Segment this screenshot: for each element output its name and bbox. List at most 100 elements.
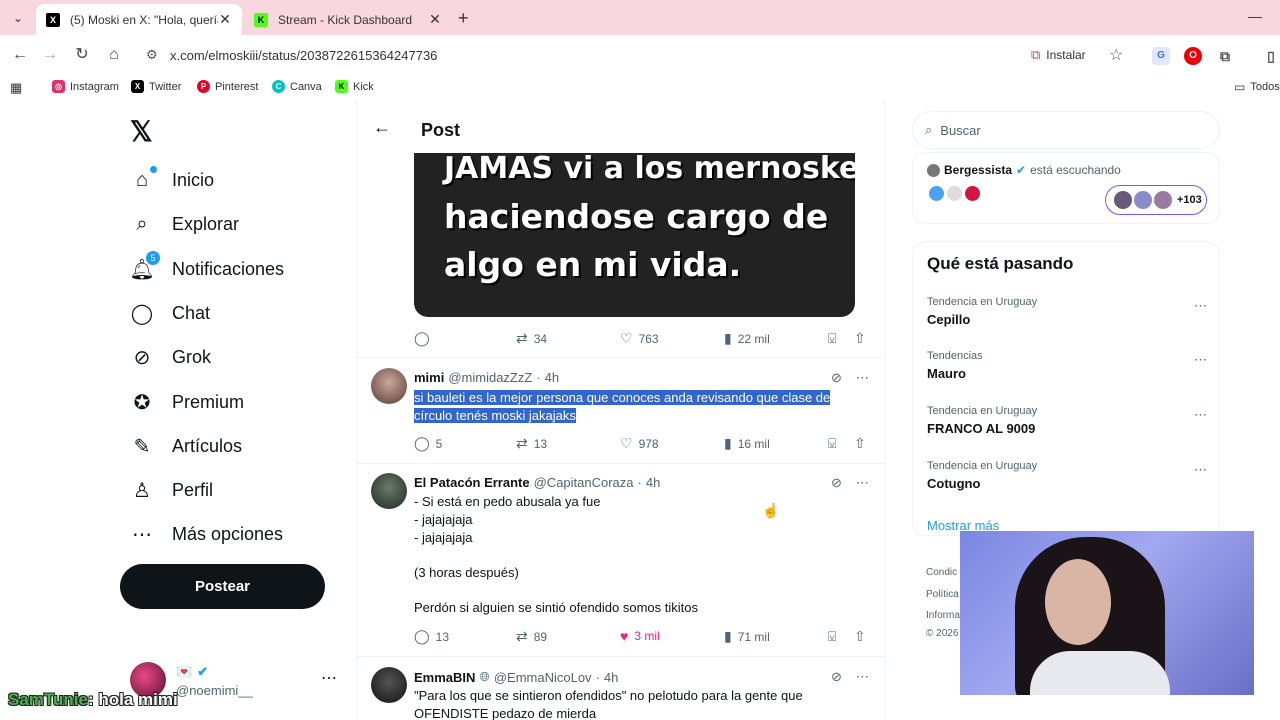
- post-media-image[interactable]: JAMAS vi a los mernosketti haciendose ca…: [414, 153, 855, 317]
- bookmark-canva[interactable]: C Canva: [272, 80, 322, 93]
- nav-item-chat[interactable]: ◯ Chat: [130, 298, 210, 328]
- reply-button[interactable]: ◯ 5: [414, 435, 442, 452]
- retweet-button[interactable]: ⇄ 13: [516, 435, 547, 452]
- more-icon[interactable]: ⋯: [1194, 462, 1207, 478]
- reply-icon: ◯: [414, 330, 430, 346]
- like-button[interactable]: ♡ 978: [620, 435, 659, 452]
- bookmarks-bar: ▦ ◎ Instagram X Twitter P Pinterest C Ca…: [0, 77, 1280, 101]
- like-button[interactable]: ♡ 763: [620, 330, 659, 347]
- tweet-time[interactable]: 4h: [604, 670, 618, 685]
- views-button[interactable]: ▮ 22 mil: [724, 330, 770, 347]
- share-button[interactable]: ⇧: [854, 628, 866, 645]
- bookmark-star-icon[interactable]: ☆: [1109, 45, 1123, 65]
- avatar[interactable]: [371, 667, 407, 703]
- trend-item[interactable]: Tendencia en Uruguay Cotugno ⋯: [927, 460, 1207, 491]
- more-icon[interactable]: ⋯: [1194, 298, 1207, 314]
- nav-item-mas-opciones[interactable]: ⋯ Más opciones: [130, 519, 283, 549]
- author-handle[interactable]: @mimidazZzZ: [448, 370, 532, 385]
- more-icon[interactable]: ⋯: [856, 669, 869, 685]
- tab-kick-dashboard[interactable]: K Stream - Kick Dashboard ✕: [244, 4, 452, 35]
- home-icon[interactable]: ⌂: [104, 45, 124, 65]
- footer-link[interactable]: Informa: [926, 610, 960, 621]
- tweet-line: círculo tenés moski jakajaks: [414, 408, 576, 423]
- more-icon[interactable]: ⋯: [856, 475, 869, 491]
- bookmark-twitter[interactable]: X Twitter: [131, 80, 181, 93]
- author-handle[interactable]: @CapitanCoraza: [534, 475, 634, 490]
- trend-item[interactable]: Tendencia en Uruguay FRANCO AL 9009 ⋯: [927, 405, 1207, 436]
- bookmark-button[interactable]: ⍌: [828, 628, 836, 645]
- tweet-header: EmmaBIN 🌐︎ @EmmaNicoLov · 4h: [414, 669, 618, 685]
- minimize-window-icon[interactable]: —: [1248, 8, 1262, 24]
- more-icon[interactable]: ⋯: [1194, 407, 1207, 423]
- share-button[interactable]: ⇧: [854, 330, 866, 347]
- grok-icon[interactable]: ⊘: [831, 475, 842, 491]
- back-icon[interactable]: ←: [10, 45, 30, 65]
- trend-item[interactable]: Tendencias Mauro ⋯: [927, 350, 1207, 381]
- back-arrow-icon[interactable]: ←: [373, 117, 391, 138]
- retweet-button[interactable]: ⇄ 89: [516, 628, 547, 645]
- author-name[interactable]: EmmaBIN: [414, 670, 475, 685]
- author-handle[interactable]: @EmmaNicoLov: [494, 670, 592, 685]
- x-logo-icon[interactable]: 𝕏: [130, 115, 153, 148]
- close-tab-icon[interactable]: ✕: [428, 11, 442, 28]
- address-bar[interactable]: ⚙ x.com/elmoskiii/status/203872261536424…: [136, 40, 1137, 72]
- tweet-line: Perdón si alguien se sintió ofendido som…: [414, 600, 698, 615]
- url-text[interactable]: x.com/elmoskiii/status/20387226153642477…: [170, 48, 437, 63]
- grok-icon[interactable]: ⊘: [831, 669, 842, 685]
- translate-extension-icon[interactable]: G: [1152, 47, 1170, 65]
- account-more-icon[interactable]: ⋯: [321, 668, 337, 688]
- tweet-time[interactable]: 4h: [545, 370, 559, 385]
- avatar[interactable]: [371, 473, 407, 509]
- author-name[interactable]: mimi: [414, 370, 444, 385]
- live-space-card[interactable]: Bergessista ✔ está escuchando +103: [912, 152, 1220, 224]
- sidebar-toggle-icon[interactable]: ▯: [1262, 47, 1280, 65]
- reply-button[interactable]: ◯: [414, 330, 430, 347]
- trend-name: Cepillo: [927, 312, 971, 327]
- bookmarks-folder-all[interactable]: ▭ Todos: [1234, 80, 1280, 94]
- reply-button[interactable]: ◯ 13: [414, 628, 449, 645]
- avatar[interactable]: [371, 368, 407, 404]
- views-button[interactable]: ▮ 16 mil: [724, 435, 770, 452]
- apps-grid-icon[interactable]: ▦: [10, 80, 22, 96]
- tweet-time[interactable]: 4h: [646, 475, 660, 490]
- footer-link[interactable]: Condic: [926, 567, 957, 578]
- more-icon[interactable]: ⋯: [856, 370, 869, 386]
- install-app-button[interactable]: ⧉ Instalar: [1031, 47, 1086, 63]
- nav-item-grok[interactable]: ⊘ Grok: [130, 342, 211, 372]
- like-button[interactable]: ♥ 3 mil: [620, 628, 660, 644]
- nav-item-premium[interactable]: ✪ Premium: [130, 387, 244, 417]
- trend-item[interactable]: Tendencia en Uruguay Cepillo ⋯: [927, 296, 1207, 327]
- share-button[interactable]: ⇧: [854, 435, 866, 452]
- site-info-icon[interactable]: ⚙: [146, 47, 158, 63]
- nav-item-explorar[interactable]: ⌕ Explorar: [130, 209, 239, 239]
- author-name[interactable]: El Patacón Errante: [414, 475, 530, 490]
- views-button[interactable]: ▮ 71 mil: [724, 628, 770, 645]
- tab-moski-post[interactable]: X (5) Moski en X: "Hola, quería pe ✕: [36, 4, 242, 35]
- bookmark-button[interactable]: ⍌: [828, 435, 836, 452]
- close-tab-icon[interactable]: ✕: [218, 11, 232, 28]
- opera-extension-icon[interactable]: O: [1184, 47, 1202, 65]
- account-name[interactable]: 💌 ✔: [176, 664, 208, 680]
- tab-search-menu-icon[interactable]: ⌄: [8, 8, 28, 28]
- nav-item-notificaciones[interactable]: 🔔︎ 5 Notificaciones: [129, 251, 284, 284]
- listeners-pill[interactable]: +103: [1105, 185, 1207, 215]
- forward-icon[interactable]: →: [40, 45, 60, 65]
- space-reaction-dots: [929, 186, 980, 201]
- nav-item-inicio[interactable]: ⌂ Inicio: [130, 165, 214, 195]
- avatar: [1114, 191, 1132, 209]
- search-input[interactable]: ⌕ Buscar: [912, 111, 1220, 149]
- bookmark-kick[interactable]: K Kick: [335, 80, 374, 93]
- extensions-icon[interactable]: ⧉: [1216, 47, 1234, 65]
- retweet-button[interactable]: ⇄ 34: [516, 330, 547, 347]
- bookmark-instagram[interactable]: ◎ Instagram: [52, 80, 119, 93]
- reload-icon[interactable]: ↻: [72, 45, 92, 65]
- post-button[interactable]: Postear: [120, 564, 325, 609]
- grok-icon[interactable]: ⊘: [831, 370, 842, 386]
- bookmark-pinterest[interactable]: P Pinterest: [197, 80, 258, 93]
- nav-item-articulos[interactable]: ✎ Artículos: [130, 431, 242, 461]
- new-tab-icon[interactable]: +: [458, 9, 469, 27]
- nav-item-perfil[interactable]: ♙ Perfil: [130, 475, 213, 505]
- footer-link[interactable]: Política: [926, 589, 959, 600]
- bookmark-button[interactable]: ⍌: [828, 330, 836, 347]
- more-icon[interactable]: ⋯: [1194, 352, 1207, 368]
